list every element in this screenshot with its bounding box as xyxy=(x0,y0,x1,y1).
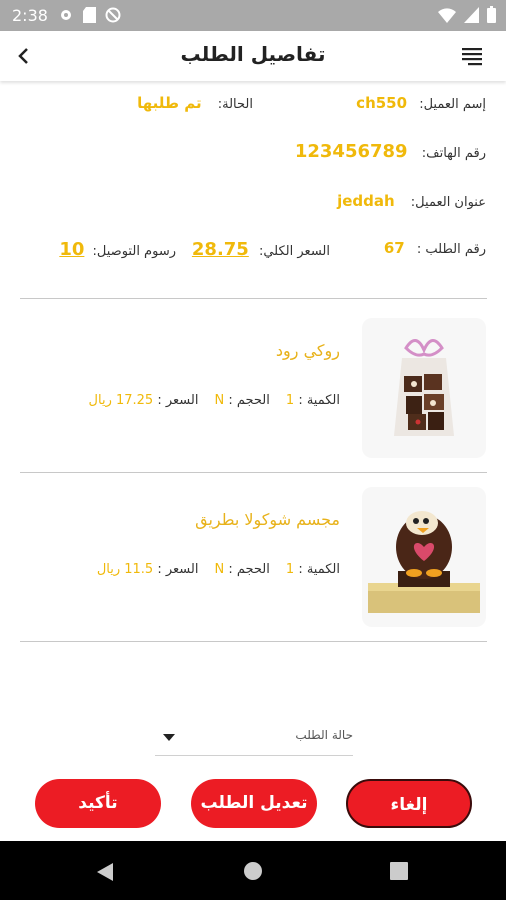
chocolate-penguin-image xyxy=(368,511,480,613)
phone-value: 123456789 xyxy=(294,141,408,162)
app-bar: تفاصيل الطلب xyxy=(0,31,506,81)
confirm-button[interactable]: تأكيد xyxy=(35,779,161,828)
total-label: السعر الكلي: xyxy=(258,244,330,259)
address-value: jeddah xyxy=(337,192,395,210)
status-row: الحالة: تم طلبها xyxy=(137,94,253,112)
price-value: 11.5 ريال xyxy=(96,562,154,577)
delivery-row: رسوم التوصيل: 10 xyxy=(59,239,176,260)
status-time: 2:38 xyxy=(12,6,48,25)
settings-icon xyxy=(61,10,71,20)
address-label: عنوان العميل: xyxy=(410,195,486,210)
order-number-label: رقم الطلب : xyxy=(416,242,486,257)
product-name: مجسم شوكولا بطريق xyxy=(195,510,340,529)
size-label: الحجم : xyxy=(228,393,270,408)
size-label: الحجم : xyxy=(228,562,270,577)
chocolate-bag-image xyxy=(394,339,454,436)
cancel-button[interactable]: إلغاء xyxy=(346,779,472,828)
delivery-value: 10 xyxy=(59,239,85,260)
product-image xyxy=(362,318,486,458)
wifi-icon xyxy=(438,7,456,23)
menu-icon xyxy=(462,48,482,66)
divider xyxy=(20,641,487,642)
order-info: إسم العميل: ch550 الحالة: تم طلبها رقم ا… xyxy=(0,81,506,299)
size-value: N xyxy=(214,393,225,408)
back-nav-icon[interactable] xyxy=(95,861,115,883)
customer-name-row: إسم العميل: ch550 xyxy=(356,94,486,112)
dropdown-arrow-icon xyxy=(163,734,175,741)
divider xyxy=(20,298,487,299)
product-name: روكي رود xyxy=(275,341,340,360)
qty-label: الكمية : xyxy=(298,393,340,408)
menu-button[interactable] xyxy=(462,46,482,66)
order-number-row: رقم الطلب : 67 xyxy=(384,239,486,257)
status-bar: 2:38 xyxy=(0,0,506,31)
phone-label: رقم الهاتف: xyxy=(421,146,486,161)
status-value: تم طلبها xyxy=(137,94,202,112)
battery-icon xyxy=(487,6,496,23)
edit-order-button[interactable]: تعديل الطلب xyxy=(191,779,317,828)
price-label: السعر : xyxy=(157,393,199,408)
price-label: السعر : xyxy=(157,562,199,577)
order-status-label: حالة الطلب xyxy=(295,728,353,742)
recents-nav-icon[interactable] xyxy=(390,862,408,880)
status-label: الحالة: xyxy=(217,97,253,112)
customer-name-value: ch550 xyxy=(356,94,408,112)
delivery-label: رسوم التوصيل: xyxy=(92,244,176,259)
signal-icon xyxy=(464,6,479,23)
order-status-select[interactable]: حالة الطلب xyxy=(155,722,353,756)
do-not-disturb-icon xyxy=(105,7,121,23)
order-number-value: 67 xyxy=(383,239,405,257)
home-nav-icon[interactable] xyxy=(243,861,263,881)
total-row: السعر الكلي: 28.75 xyxy=(192,239,330,260)
phone-row: رقم الهاتف: 123456789 xyxy=(295,141,486,162)
total-value: 28.75 xyxy=(191,239,249,260)
divider xyxy=(20,472,487,473)
qty-value: 1 xyxy=(285,393,295,408)
qty-value: 1 xyxy=(285,562,295,577)
size-value: N xyxy=(214,562,225,577)
price-value: 17.25 ريال xyxy=(88,393,154,408)
page-title: تفاصيل الطلب xyxy=(180,42,326,66)
sd-card-icon xyxy=(83,7,96,23)
address-row: عنوان العميل: jeddah xyxy=(337,192,486,210)
navigation-bar xyxy=(0,841,506,900)
product-details: الكمية : 1 الحجم : N السعر : 17.25 ريال xyxy=(89,393,340,408)
qty-label: الكمية : xyxy=(298,562,340,577)
product-details: الكمية : 1 الحجم : N السعر : 11.5 ريال xyxy=(97,562,340,577)
customer-name-label: إسم العميل: xyxy=(419,97,486,112)
product-image xyxy=(362,487,486,627)
